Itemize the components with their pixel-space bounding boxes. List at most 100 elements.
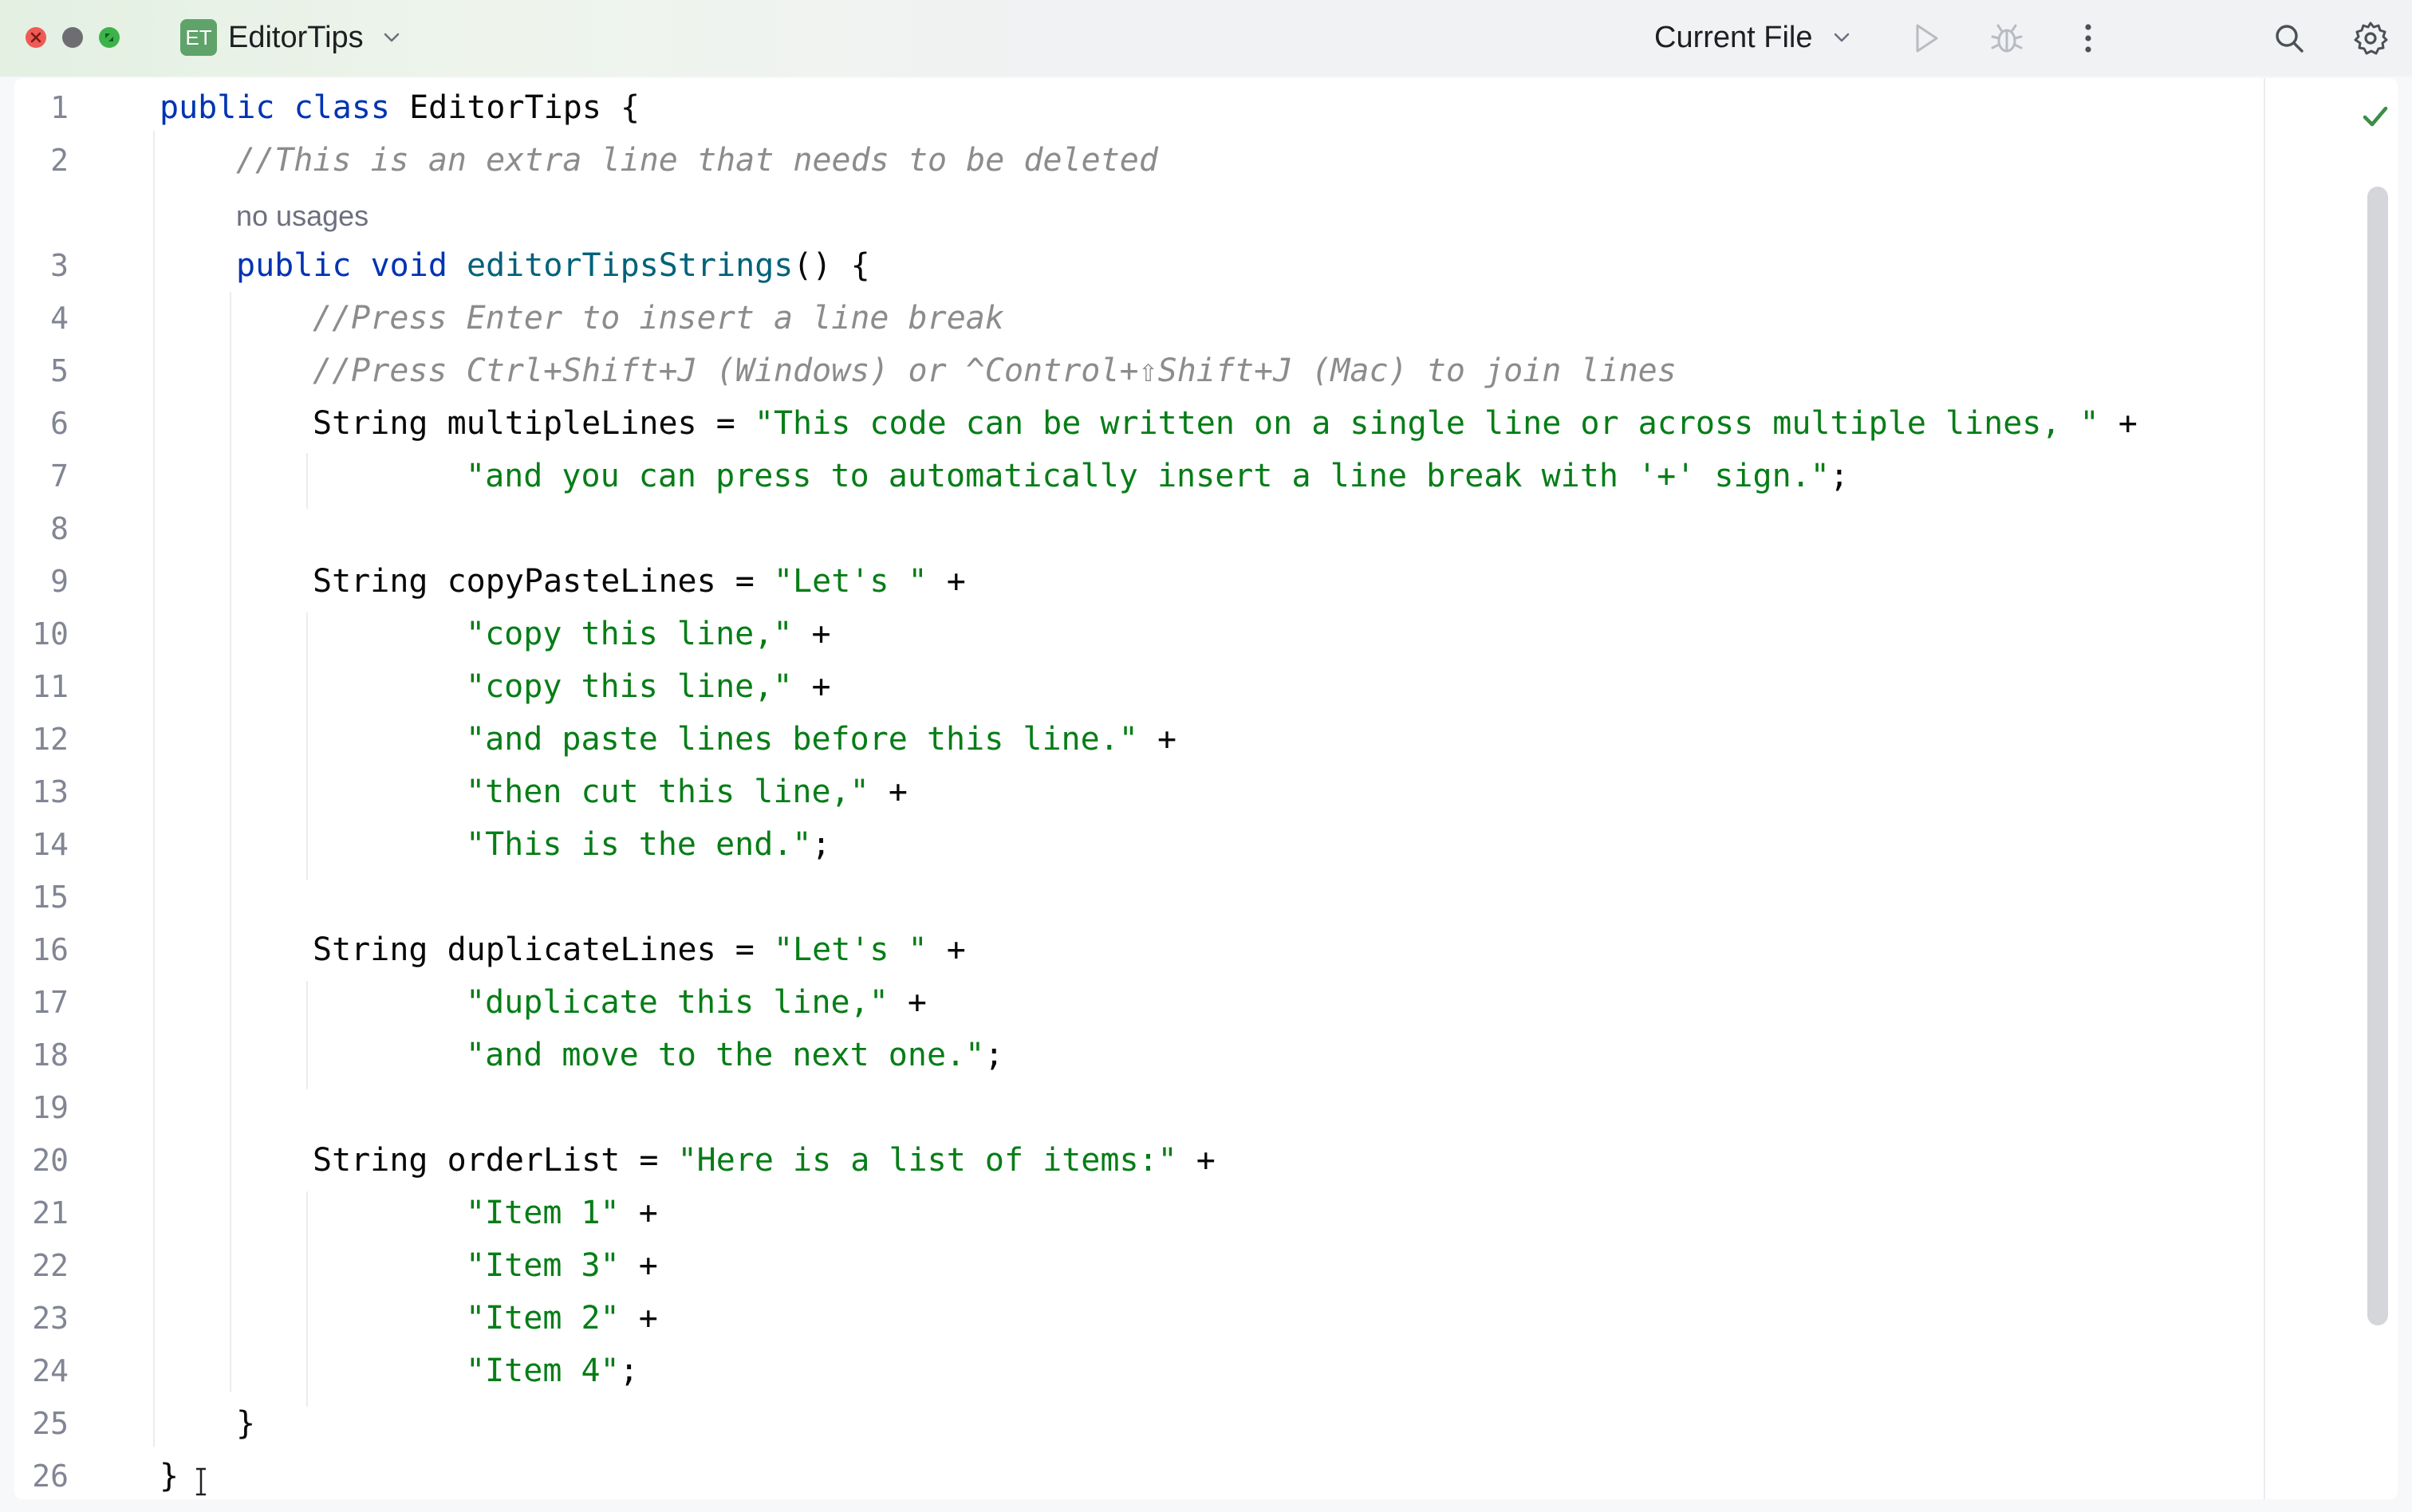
code-editor[interactable]: no usages 1 public class EditorTips { 2 //T… (14, 78, 2398, 1499)
string-literal-token: "and move to the next one." (466, 1037, 985, 1073)
string-literal-token: "and you can press to automatically inse… (466, 458, 1830, 494)
line-number[interactable]: 17 (18, 976, 69, 1029)
code-line[interactable]: "duplicate this line," + (466, 976, 927, 1029)
string-literal-token: "This code can be written on a single li… (754, 405, 2099, 442)
line-number[interactable]: 11 (18, 660, 69, 713)
close-window-icon[interactable] (26, 27, 46, 48)
string-literal-token: "copy this line," (466, 668, 793, 705)
line-number[interactable]: 1 (18, 81, 69, 134)
code-token: + (1176, 1142, 1216, 1179)
code-token: String orderList = (313, 1142, 678, 1179)
line-number[interactable]: 8 (18, 502, 69, 555)
string-literal-token: "Item 4" (466, 1353, 620, 1389)
string-literal-token: "copy this line," (466, 616, 793, 652)
comment-token: //Press Ctrl+Shift+J (Windows) or ^Contr… (313, 352, 1677, 389)
string-literal-token: "Let's " (773, 931, 928, 968)
indent-guide (306, 981, 308, 1089)
search-icon[interactable] (2270, 19, 2308, 57)
string-literal-token: "Item 2" (466, 1300, 620, 1337)
run-configuration-selector[interactable]: Current File (1654, 16, 1813, 59)
line-number[interactable]: 3 (18, 239, 69, 292)
string-literal-token: "Item 1" (466, 1195, 620, 1231)
line-number[interactable]: 22 (18, 1239, 69, 1292)
code-line[interactable]: "and paste lines before this line." + (466, 713, 1176, 766)
code-token: + (888, 984, 927, 1021)
line-number[interactable]: 4 (18, 292, 69, 345)
code-line[interactable]: "Item 2" + (466, 1292, 658, 1345)
chevron-down-icon[interactable] (381, 27, 402, 48)
code-token: ; (1829, 458, 1849, 494)
minimize-window-icon[interactable] (62, 27, 83, 48)
code-line[interactable]: String duplicateLines = "Let's " + (313, 923, 966, 976)
code-line[interactable]: //Press Ctrl+Shift+J (Windows) or ^Contr… (313, 345, 1677, 397)
indent-guide (153, 131, 155, 1447)
line-number[interactable]: 25 (18, 1397, 69, 1450)
line-number[interactable]: 20 (18, 1134, 69, 1187)
line-number[interactable]: 2 (18, 134, 69, 187)
code-token: + (619, 1247, 658, 1284)
title-bar: ET EditorTips Current File (0, 0, 2412, 77)
line-number[interactable]: 9 (18, 555, 69, 608)
code-token: String duplicateLines = (313, 931, 774, 968)
string-literal-token: "Here is a list of items:" (677, 1142, 1177, 1179)
zoom-window-icon[interactable] (99, 27, 120, 48)
check-icon[interactable] (2359, 100, 2391, 132)
line-number[interactable]: 23 (18, 1292, 69, 1345)
code-token: ; (811, 826, 831, 863)
code-token: } (236, 1405, 256, 1442)
code-line[interactable]: "copy this line," + (466, 660, 831, 713)
code-line[interactable]: "Item 3" + (466, 1239, 658, 1292)
line-number[interactable]: 14 (18, 818, 69, 871)
code-line[interactable]: String multipleLines = "This code can be… (313, 397, 2138, 450)
line-number[interactable]: 7 (18, 450, 69, 502)
line-number[interactable]: 26 (18, 1450, 69, 1499)
code-token: String multipleLines = (313, 405, 755, 442)
code-line[interactable]: } (236, 1397, 255, 1450)
code-line[interactable]: "copy this line," + (466, 608, 831, 660)
run-icon[interactable] (1906, 19, 1945, 57)
line-number[interactable]: 15 (18, 871, 69, 923)
line-number[interactable]: 16 (18, 923, 69, 976)
code-line[interactable]: "Item 1" + (466, 1187, 658, 1239)
code-line[interactable]: //Press Enter to insert a line break (313, 292, 1004, 345)
line-number[interactable]: 19 (18, 1081, 69, 1134)
line-number[interactable]: 5 (18, 345, 69, 397)
code-line[interactable]: String orderList = "Here is a list of it… (313, 1134, 1216, 1187)
more-vertical-icon[interactable] (2069, 19, 2107, 57)
keyword-token: public void (236, 247, 467, 284)
project-badge[interactable]: ET (180, 19, 217, 56)
line-number[interactable]: 21 (18, 1187, 69, 1239)
code-line[interactable]: String copyPasteLines = "Let's " + (313, 555, 966, 608)
code-token: + (869, 774, 908, 810)
string-literal-token: "and paste lines before this line." (466, 721, 1138, 758)
usages-inlay-hint[interactable]: no usages (236, 190, 368, 242)
line-number[interactable]: 13 (18, 766, 69, 818)
method-name-token: editorTipsStrings (466, 247, 794, 284)
code-line[interactable]: //This is an extra line that needs to be… (236, 134, 1158, 187)
code-area[interactable]: no usages 1 public class EditorTips { 2 //T… (14, 78, 2264, 1499)
indent-guide (230, 292, 231, 1392)
debug-icon[interactable] (1988, 19, 2026, 57)
line-number[interactable]: 24 (18, 1345, 69, 1397)
code-line[interactable]: public class EditorTips { (160, 81, 640, 134)
code-token: + (927, 931, 966, 968)
vertical-scrollbar[interactable] (2367, 187, 2388, 1325)
chevron-down-icon[interactable] (1831, 27, 1852, 48)
code-token: + (792, 616, 831, 652)
line-number[interactable]: 6 (18, 397, 69, 450)
code-line[interactable]: "and you can press to automatically inse… (466, 450, 1849, 502)
code-line[interactable]: public void editorTipsStrings() { (236, 239, 870, 292)
project-selector[interactable]: EditorTips (228, 16, 364, 59)
code-token: + (619, 1195, 658, 1231)
line-number[interactable]: 12 (18, 713, 69, 766)
comment-token: //This is an extra line that needs to be… (236, 142, 1158, 179)
code-token: String copyPasteLines = (313, 563, 774, 600)
code-line[interactable]: "then cut this line," + (466, 766, 908, 818)
code-line[interactable]: "and move to the next one."; (466, 1029, 1003, 1081)
line-number[interactable]: 10 (18, 608, 69, 660)
gear-icon[interactable] (2351, 19, 2390, 57)
code-line[interactable]: "This is the end."; (466, 818, 831, 871)
code-line[interactable]: } (160, 1450, 179, 1499)
code-line[interactable]: "Item 4"; (466, 1345, 639, 1397)
line-number[interactable]: 18 (18, 1029, 69, 1081)
